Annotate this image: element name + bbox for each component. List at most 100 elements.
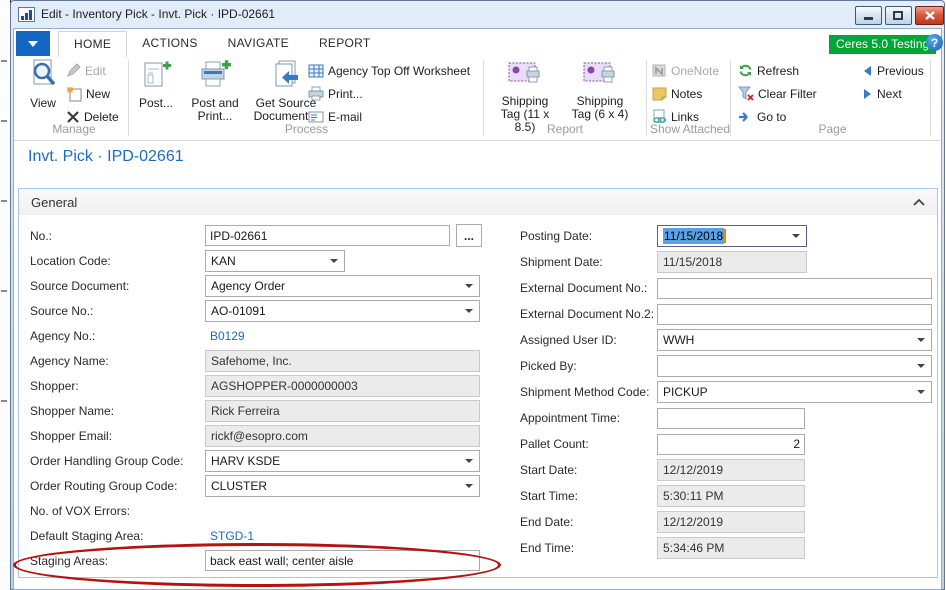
field-row-end-time: End Time: 5:34:46 PM xyxy=(520,535,932,561)
field-row-source-no: Source No.: AO-01091 xyxy=(30,298,482,323)
agency-no-link[interactable]: B0129 xyxy=(205,329,245,343)
next-triangle-icon xyxy=(862,88,873,100)
field-row-order-routing-group: Order Routing Group Code: CLUSTER xyxy=(30,473,482,498)
external-document-no-input[interactable] xyxy=(657,278,932,299)
picked-by-dropdown[interactable] xyxy=(657,355,932,377)
appointment-time-input[interactable] xyxy=(657,408,805,429)
source-documents-icon xyxy=(270,59,302,94)
no-input[interactable] xyxy=(205,225,450,246)
field-row-end-date: End Date: 12/12/2019 xyxy=(520,509,932,535)
field-row-vox-errors: No. of VOX Errors: xyxy=(30,498,482,523)
field-row-default-staging-area: Default Staging Area: STGD-1 xyxy=(30,523,482,548)
application-menu-button[interactable] xyxy=(16,31,50,56)
post-and-print-button[interactable]: Post and Print... xyxy=(186,59,244,123)
start-date-field: 12/12/2019 xyxy=(657,459,805,481)
printer-icon xyxy=(308,86,324,101)
clear-filter-icon xyxy=(738,86,754,101)
shipment-date-field: 11/15/2018 xyxy=(657,251,807,273)
tab-navigate[interactable]: NAVIGATE xyxy=(213,31,304,57)
tab-report[interactable]: REPORT xyxy=(304,31,386,57)
field-row-agency-name: Agency Name: Safehome, Inc. xyxy=(30,348,482,373)
clear-filter-button[interactable]: Clear Filter xyxy=(738,82,817,105)
new-page-icon xyxy=(66,86,82,102)
location-code-dropdown[interactable]: KAN xyxy=(205,250,345,272)
general-fasttab-header[interactable]: General xyxy=(19,189,937,215)
group-separator xyxy=(483,60,484,136)
shipping-tag-report-icon xyxy=(507,59,543,92)
ribbon-bottom-divider xyxy=(14,140,941,141)
dropdown-arrow-icon xyxy=(917,390,925,394)
minimize-button[interactable] xyxy=(855,6,882,25)
agency-name-field: Safehome, Inc. xyxy=(205,350,480,372)
staging-areas-input[interactable] xyxy=(205,550,480,571)
view-button[interactable]: View xyxy=(22,59,64,110)
shopper-email-field: rickf@esopro.com xyxy=(205,425,480,447)
text-caret xyxy=(724,229,726,243)
background-text-fragment xyxy=(1,400,7,402)
tab-actions[interactable]: ACTIONS xyxy=(127,31,212,57)
print-button[interactable]: Print... xyxy=(308,82,470,105)
pallet-count-input[interactable] xyxy=(657,434,805,455)
shipping-tag-report-icon xyxy=(582,59,618,92)
source-no-dropdown[interactable]: AO-01091 xyxy=(205,300,480,322)
shopper-field: AGSHOPPER-0000000003 xyxy=(205,375,480,397)
refresh-button[interactable]: Refresh xyxy=(738,59,817,82)
group-separator xyxy=(128,60,129,136)
notes-button[interactable]: Notes xyxy=(652,82,719,105)
assigned-user-id-dropdown[interactable]: WWH xyxy=(657,329,932,351)
dropdown-arrow-icon xyxy=(330,259,338,263)
tab-home[interactable]: HOME xyxy=(58,31,127,57)
form-right-column: Posting Date: 11/15/2018 Shipment Date: … xyxy=(520,223,932,561)
field-row-assigned-user-id: Assigned User ID: WWH xyxy=(520,327,932,353)
help-button[interactable]: ? xyxy=(926,34,943,51)
external-document-no2-input[interactable] xyxy=(657,304,932,325)
page-buttons-column1: Refresh Clear Filter Go to xyxy=(738,59,817,128)
printer-plus-icon xyxy=(198,59,232,94)
window-title: Edit - Inventory Pick - Invt. Pick · IPD… xyxy=(41,7,275,21)
background-text-fragment xyxy=(1,290,7,292)
app-chart-icon xyxy=(18,7,35,22)
field-row-external-doc-no2: External Document No.2: xyxy=(520,301,932,327)
field-row-start-time: Start Time: 5:30:11 PM xyxy=(520,483,932,509)
assist-edit-button[interactable]: ... xyxy=(456,224,482,247)
go-to-arrow-icon xyxy=(738,111,753,123)
posting-date-dropdown[interactable]: 11/15/2018 xyxy=(657,225,807,247)
field-row-location-code: Location Code: KAN xyxy=(30,248,482,273)
field-row-shopper-name: Shopper Name: Rick Ferreira xyxy=(30,398,482,423)
maximize-button[interactable] xyxy=(885,6,912,25)
dropdown-arrow-icon xyxy=(465,284,473,288)
agency-top-off-worksheet-button[interactable]: Agency Top Off Worksheet xyxy=(308,59,470,82)
group-separator xyxy=(730,60,731,136)
post-button[interactable]: Post... xyxy=(134,59,178,123)
dropdown-arrow-icon xyxy=(465,309,473,313)
end-time-field: 5:34:46 PM xyxy=(657,537,805,559)
start-time-field: 5:30:11 PM xyxy=(657,485,805,507)
order-routing-group-dropdown[interactable]: CLUSTER xyxy=(205,475,480,497)
default-staging-area-link[interactable]: STGD-1 xyxy=(205,529,254,543)
field-row-source-document: Source Document: Agency Order xyxy=(30,273,482,298)
field-row-picked-by: Picked By: xyxy=(520,353,932,379)
field-row-external-doc-no: External Document No.: xyxy=(520,275,932,301)
shipment-method-code-dropdown[interactable]: PICKUP xyxy=(657,381,932,403)
group-label-manage: Manage xyxy=(20,122,128,136)
order-handling-group-dropdown[interactable]: HARV KSDE xyxy=(205,450,480,472)
close-button[interactable] xyxy=(915,6,944,25)
dropdown-arrow-icon xyxy=(465,459,473,463)
previous-triangle-icon xyxy=(862,65,873,77)
refresh-icon xyxy=(738,63,753,78)
new-button[interactable]: New xyxy=(66,82,119,105)
field-row-order-handling-group: Order Handling Group Code: HARV KSDE xyxy=(30,448,482,473)
next-button[interactable]: Next xyxy=(862,82,924,105)
field-row-no: No.: ... xyxy=(30,223,482,248)
previous-button[interactable]: Previous xyxy=(862,59,924,82)
edit-button: Edit xyxy=(66,59,119,82)
source-document-dropdown[interactable]: Agency Order xyxy=(205,275,480,297)
form-left-column: No.: ... Location Code: KAN Source Docum… xyxy=(30,223,482,573)
dropdown-arrow-icon xyxy=(465,484,473,488)
field-row-pallet-count: Pallet Count: xyxy=(520,431,932,457)
post-document-icon xyxy=(140,59,172,94)
envelope-icon xyxy=(308,111,324,123)
page-title: Invt. Pick · IPD-02661 xyxy=(28,148,184,166)
manage-small-buttons: Edit New Delete xyxy=(66,59,119,128)
worksheet-grid-icon xyxy=(308,64,324,78)
